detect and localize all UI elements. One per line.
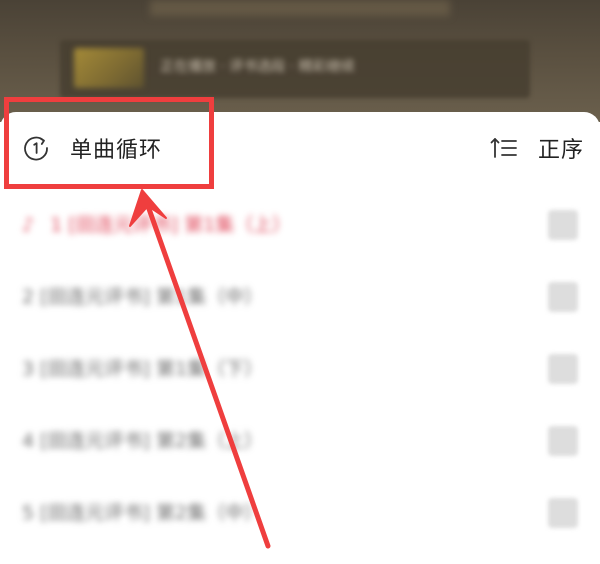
song-row[interactable]: 3 [田连元评书] 第1集（下） bbox=[0, 332, 600, 404]
play-mode-button[interactable]: 单曲循环 bbox=[20, 126, 162, 170]
song-title: [田连元评书] 第2集（中） bbox=[40, 502, 264, 524]
song-title: [田连元评书] 第1集（下） bbox=[40, 358, 264, 380]
song-row[interactable]: ♪ 1 [田连元评书] 第1集（上） bbox=[0, 188, 600, 260]
song-index: 4 bbox=[22, 430, 35, 452]
now-playing-icon: ♪ bbox=[22, 214, 35, 236]
sort-order-button[interactable]: 正序 bbox=[488, 126, 584, 170]
sort-ascending-icon bbox=[488, 132, 520, 164]
song-row[interactable]: 2 [田连元评书] 第1集（中） bbox=[0, 260, 600, 332]
repeat-one-icon bbox=[20, 132, 52, 164]
song-title-row: 2 [田连元评书] 第1集（中） bbox=[22, 282, 263, 309]
song-title-row: 5 [田连元评书] 第2集（中） bbox=[22, 498, 263, 525]
song-row[interactable]: 4 [田连元评书] 第2集（上） bbox=[0, 404, 600, 476]
song-title-row: ♪ 1 [田连元评书] 第1集（上） bbox=[22, 210, 291, 237]
song-more-icon[interactable] bbox=[548, 282, 578, 312]
song-title: [田连元评书] 第2集（上） bbox=[40, 430, 264, 452]
song-index: 5 bbox=[22, 502, 35, 524]
song-more-icon[interactable] bbox=[548, 498, 578, 528]
player-backdrop: 正在播放 · 评书选段 · 精彩继续 bbox=[0, 0, 600, 122]
song-title-row: 3 [田连元评书] 第1集（下） bbox=[22, 354, 263, 381]
song-title-row: 4 [田连元评书] 第2集（上） bbox=[22, 426, 263, 453]
sort-order-label: 正序 bbox=[537, 138, 584, 163]
banner-text: 正在播放 · 评书选段 · 精彩继续 bbox=[160, 59, 355, 75]
song-more-icon[interactable] bbox=[548, 426, 578, 456]
song-title: [田连元评书] 第1集（中） bbox=[40, 286, 264, 308]
album-thumbnail bbox=[74, 48, 144, 88]
playlist-header: 单曲循环 正序 bbox=[0, 112, 600, 184]
song-list: ♪ 1 [田连元评书] 第1集（上） 2 [田连元评书] 第1集（中） 3 [田… bbox=[0, 188, 600, 548]
song-index: 2 bbox=[22, 286, 35, 308]
song-more-icon[interactable] bbox=[548, 210, 578, 240]
song-row[interactable]: 5 [田连元评书] 第2集（中） bbox=[0, 476, 600, 548]
backdrop-top-strip bbox=[150, 0, 450, 16]
song-index: 1 bbox=[50, 214, 63, 236]
song-index: 3 bbox=[22, 358, 35, 380]
song-title: [田连元评书] 第1集（上） bbox=[68, 214, 292, 236]
play-mode-label: 单曲循环 bbox=[70, 138, 163, 163]
song-more-icon[interactable] bbox=[548, 354, 578, 384]
playlist-screen: 正在播放 · 评书选段 · 精彩继续 单曲循环 正序 ♪ 1 [田连元评书] 第… bbox=[0, 0, 600, 564]
